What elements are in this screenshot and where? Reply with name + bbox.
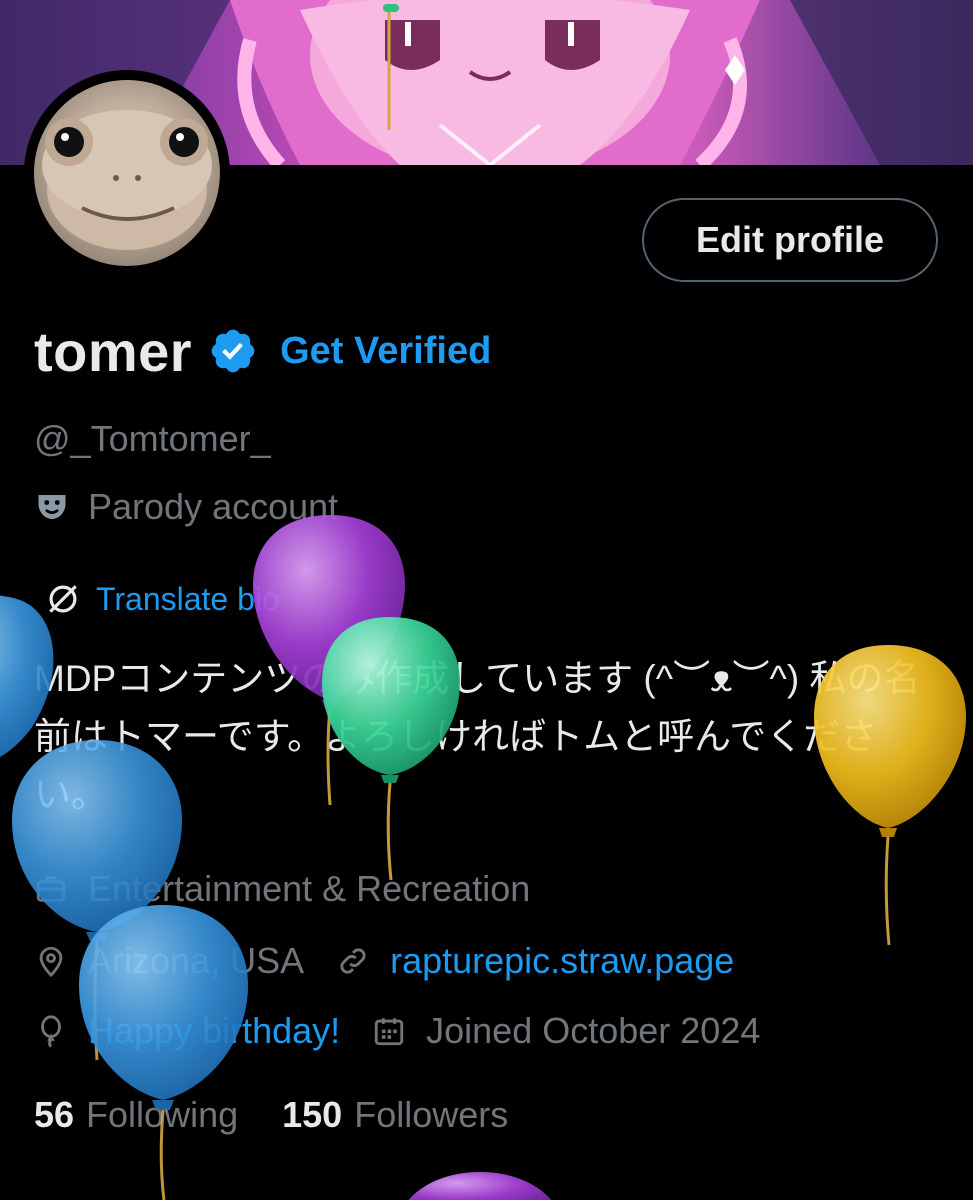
website-link[interactable]: rapturepic.straw.page bbox=[390, 940, 734, 982]
following-count: 56 bbox=[34, 1094, 75, 1135]
location-text: Arizona, USA bbox=[88, 940, 305, 981]
followers-label: Followers bbox=[354, 1094, 509, 1135]
display-name: tomer bbox=[34, 319, 193, 383]
balloon-purple-bottom bbox=[408, 1172, 552, 1200]
parody-label-text: Parody account bbox=[88, 486, 339, 527]
joined-date-text: Joined October 2024 bbox=[426, 1010, 761, 1051]
link-icon bbox=[340, 948, 366, 974]
translate-bio-button[interactable]: Translate bio bbox=[44, 580, 280, 618]
category-text: Entertainment & Recreation bbox=[88, 868, 531, 909]
following-link[interactable]: 56 Following bbox=[34, 1094, 238, 1136]
location-pin-icon bbox=[39, 946, 63, 978]
parody-label-row: Parody account bbox=[34, 486, 338, 528]
location-website-row: Arizona, USA rapturepic.straw.page bbox=[34, 940, 734, 982]
verified-badge-icon[interactable] bbox=[208, 326, 258, 376]
edit-profile-button[interactable]: Edit profile bbox=[642, 198, 938, 282]
get-verified-link[interactable]: Get Verified bbox=[280, 330, 491, 373]
birthday-link[interactable]: Happy birthday! bbox=[88, 1010, 340, 1052]
profile-handle: @_Tomtomer_ bbox=[34, 418, 271, 459]
follow-stats: 56 Following 150 Followers bbox=[34, 1094, 508, 1136]
balloon-icon bbox=[41, 1015, 61, 1048]
profile-bio: MDPコンテンツのみ作成しています (^︶ᴥ︶^) 私の名前はトマーです。よろし… bbox=[34, 658, 921, 815]
following-label: Following bbox=[86, 1094, 239, 1135]
translate-bio-label: Translate bio bbox=[96, 580, 280, 617]
birthday-joined-row: Happy birthday! Joined October 2024 bbox=[34, 1010, 760, 1052]
calendar-icon bbox=[374, 1018, 404, 1046]
category-row: Entertainment & Recreation bbox=[34, 868, 530, 910]
followers-count: 150 bbox=[282, 1094, 343, 1135]
profile-avatar[interactable] bbox=[24, 70, 230, 276]
translate-icon bbox=[49, 585, 77, 613]
theater-mask-icon bbox=[38, 495, 66, 519]
followers-link[interactable]: 150 Followers bbox=[282, 1094, 508, 1136]
briefcase-icon bbox=[36, 876, 66, 902]
profile-name-row: tomer Get Verified bbox=[34, 318, 491, 384]
avatar-image bbox=[34, 80, 220, 266]
